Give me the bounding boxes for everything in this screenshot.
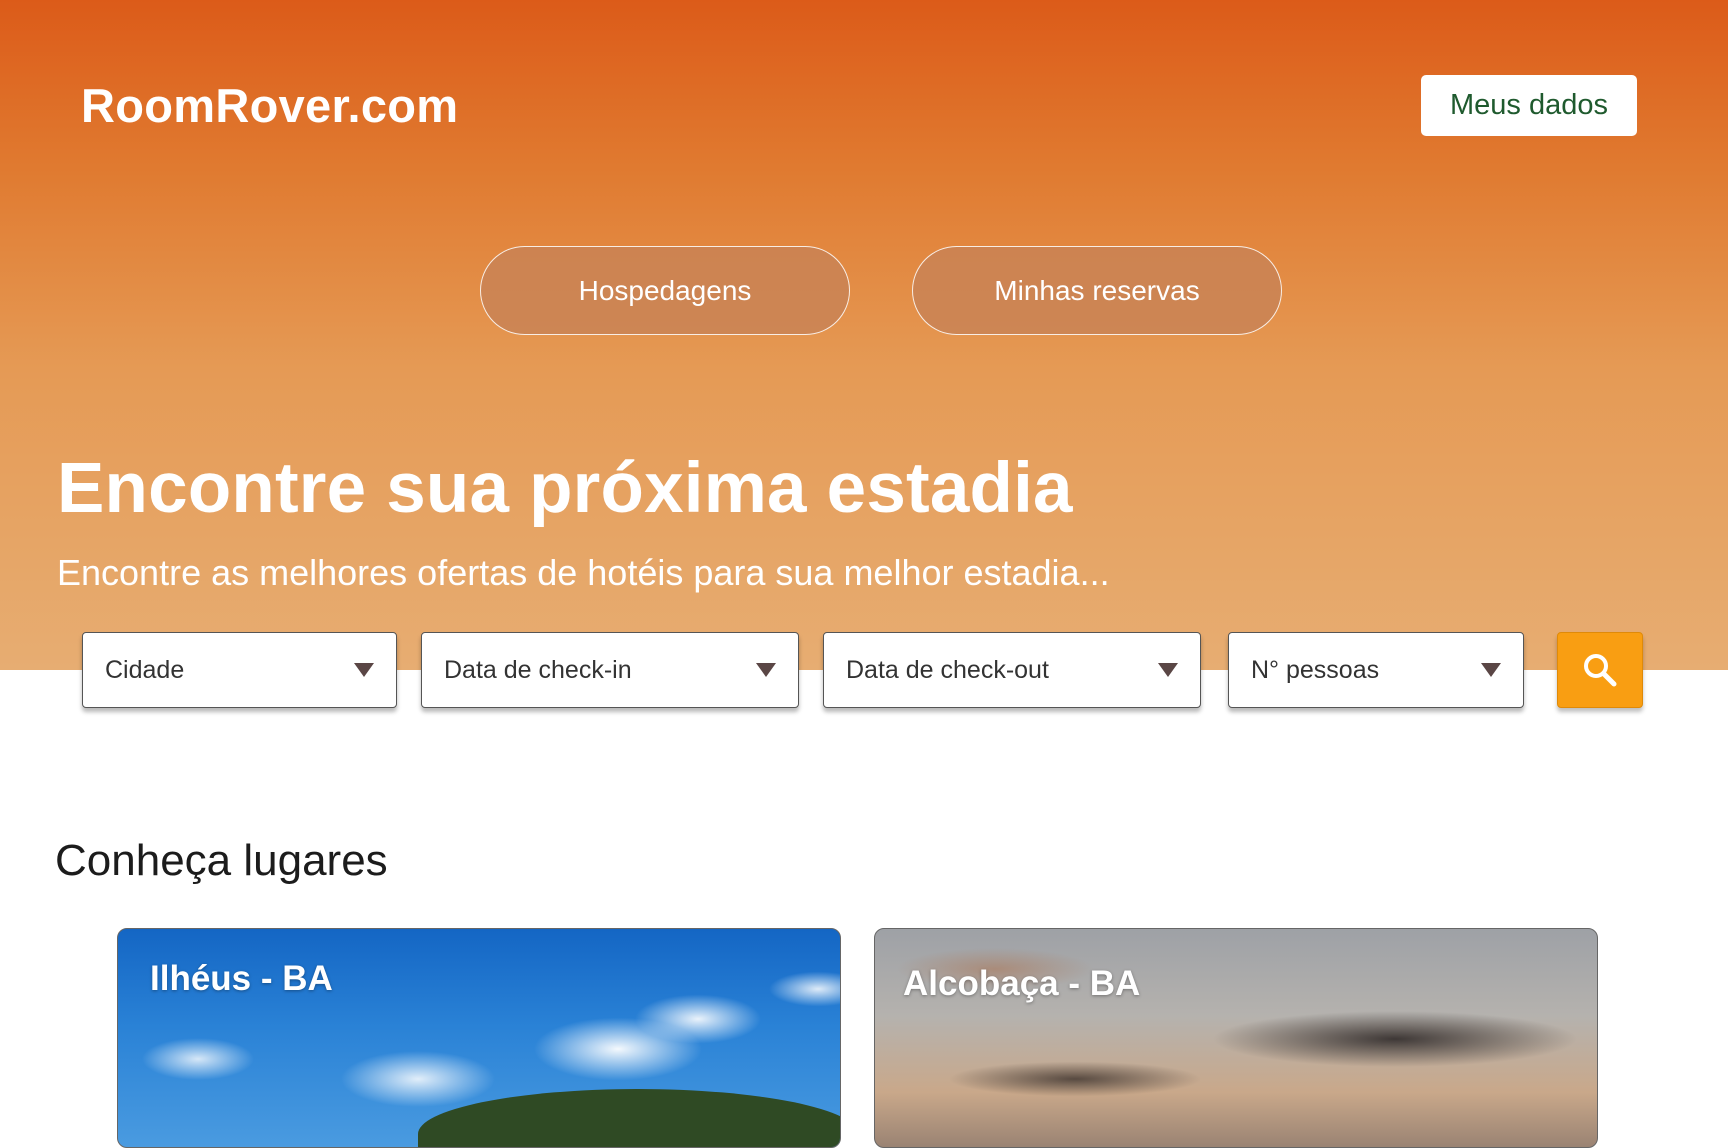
- chevron-down-icon: [1481, 663, 1501, 677]
- site-logo[interactable]: RoomRover.com: [81, 78, 458, 133]
- place-card-label: Ilhéus - BA: [150, 959, 333, 998]
- chevron-down-icon: [756, 663, 776, 677]
- hero-subtitle: Encontre as melhores ofertas de hotéis p…: [57, 552, 1110, 593]
- search-icon: [1584, 654, 1617, 687]
- place-card-label: Alcobaça - BA: [903, 964, 1141, 1003]
- place-card-alcobaca[interactable]: Alcobaça - BA: [874, 928, 1598, 1148]
- guests-select-label: N° pessoas: [1251, 655, 1380, 684]
- city-select-label: Cidade: [105, 655, 185, 684]
- hero-title: Encontre sua próxima estadia: [57, 449, 1073, 528]
- place-card-ilheus[interactable]: Ilhéus - BA: [117, 928, 841, 1148]
- search-button[interactable]: [1557, 632, 1643, 708]
- tab-hospedagens[interactable]: Hospedagens: [480, 246, 850, 335]
- checkin-date-label: Data de check-in: [444, 655, 632, 684]
- chevron-down-icon: [1158, 663, 1178, 677]
- city-select[interactable]: Cidade: [82, 632, 397, 708]
- guests-select[interactable]: N° pessoas: [1228, 632, 1524, 708]
- card-image: [418, 1089, 840, 1147]
- places-section-title: Conheça lugares: [55, 836, 388, 885]
- checkout-date-label: Data de check-out: [846, 655, 1049, 684]
- checkout-date-select[interactable]: Data de check-out: [823, 632, 1201, 708]
- account-button[interactable]: Meus dados: [1421, 75, 1637, 136]
- chevron-down-icon: [354, 663, 374, 677]
- hero-banner: RoomRover.com Meus dados Hospedagens Min…: [0, 0, 1728, 670]
- checkin-date-select[interactable]: Data de check-in: [421, 632, 799, 708]
- tab-minhas-reservas[interactable]: Minhas reservas: [912, 246, 1282, 335]
